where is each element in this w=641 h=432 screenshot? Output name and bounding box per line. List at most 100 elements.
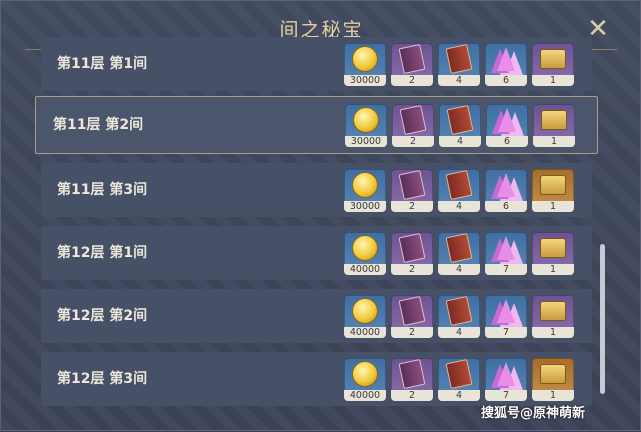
red-book-icon-frame [439,104,481,136]
item-count: 30000 [344,201,386,212]
gold-coin-icon [352,361,378,387]
item-count: 4 [438,75,480,86]
red-book-icon-frame [438,232,480,264]
reward-item[interactable]: 40000 [344,232,386,275]
reward-item[interactable]: 30000 [344,169,386,212]
chest-icon-frame [532,295,574,327]
reward-item[interactable]: 2 [391,43,433,86]
reward-item[interactable]: 4 [438,232,480,275]
chest-icon [540,364,566,384]
reward-item[interactable]: 6 [485,169,527,212]
chest-icon-frame [532,358,574,390]
reward-item[interactable]: 40000 [344,358,386,401]
item-count: 4 [438,390,480,401]
item-count: 40000 [344,327,386,338]
list-item[interactable]: 第12层 第2间 40000 2 4 7 1 [41,289,592,343]
reward-item[interactable]: 4 [438,43,480,86]
reward-item[interactable]: 4 [438,358,480,401]
reward-item[interactable]: 2 [392,104,434,147]
room-label: 第11层 第1间 [57,56,148,72]
purple-book-icon [398,232,426,264]
watermark: 搜狐号@原神萌新 [481,406,586,421]
room-label: 第12层 第1间 [57,245,148,261]
reward-items: 40000 2 4 7 1 [344,358,574,401]
red-book-icon-frame [438,295,480,327]
room-label: 第12层 第2间 [57,308,148,324]
purple-book-icon [398,295,426,327]
reward-item[interactable]: 1 [532,43,574,86]
reward-item[interactable]: 4 [438,169,480,212]
reward-item[interactable]: 1 [532,358,574,401]
red-book-icon [445,358,473,390]
purple-book-icon-frame [391,232,433,264]
crystal-icon [497,236,515,260]
item-count: 7 [485,264,527,275]
item-count: 2 [391,390,433,401]
room-label: 第11层 第2间 [53,117,144,133]
reward-item[interactable]: 1 [532,232,574,275]
item-count: 30000 [344,75,386,86]
red-book-icon [446,104,474,136]
reward-item[interactable]: 7 [485,232,527,275]
reward-item[interactable]: 4 [438,295,480,338]
reward-item[interactable]: 30000 [345,104,387,147]
list-item[interactable]: 第11层 第1间 30000 2 4 6 1 [41,37,592,91]
chest-icon [540,238,566,258]
item-count: 2 [391,201,433,212]
gold-coin-icon-frame [344,295,386,327]
purple-book-icon [398,43,426,75]
reward-item[interactable]: 1 [533,104,575,147]
reward-items: 30000 2 4 6 1 [344,169,574,212]
reward-item[interactable]: 2 [391,358,433,401]
crystal-icon-frame [485,43,527,75]
scrollbar-thumb[interactable] [600,244,605,394]
reward-items: 30000 2 4 6 1 [345,104,575,147]
crystal-icon [497,173,515,197]
item-count: 30000 [345,136,387,147]
room-label: 第12层 第3间 [57,371,148,387]
reward-items: 40000 2 4 7 1 [344,295,574,338]
reward-item[interactable]: 6 [485,43,527,86]
gold-coin-icon [352,298,378,324]
reward-list: 第11层 第1间 30000 2 4 6 1 第11层 第2间 30000 2 4 6 1 第11层 第… [1,1,641,432]
list-item[interactable]: 第12层 第1间 40000 2 4 7 1 [41,226,592,280]
reward-item[interactable]: 7 [485,358,527,401]
list-item[interactable]: 第11层 第2间 30000 2 4 6 1 [35,96,598,154]
reward-item[interactable]: 6 [486,104,528,147]
purple-book-icon-frame [391,169,433,201]
reward-item[interactable]: 4 [439,104,481,147]
reward-item[interactable]: 7 [485,295,527,338]
item-count: 6 [485,75,527,86]
item-count: 2 [391,75,433,86]
list-item[interactable]: 第11层 第3间 30000 2 4 6 1 [41,163,592,217]
reward-item[interactable]: 40000 [344,295,386,338]
item-count: 4 [439,136,481,147]
room-label: 第11层 第3间 [57,182,148,198]
crystal-icon [497,362,515,386]
item-count: 1 [533,136,575,147]
reward-item[interactable]: 1 [532,169,574,212]
crystal-icon-frame [485,358,527,390]
reward-items: 40000 2 4 7 1 [344,232,574,275]
list-item[interactable]: 第12层 第3间 40000 2 4 7 1 [41,352,592,406]
gold-coin-icon-frame [345,104,387,136]
crystal-icon [497,299,515,323]
reward-item[interactable]: 2 [391,232,433,275]
item-count: 1 [532,264,574,275]
gold-coin-icon-frame [344,232,386,264]
red-book-icon-frame [438,358,480,390]
item-count: 1 [532,390,574,401]
reward-item[interactable]: 30000 [344,43,386,86]
item-count: 2 [392,136,434,147]
reward-items: 30000 2 4 6 1 [344,43,574,86]
reward-item[interactable]: 1 [532,295,574,338]
reward-item[interactable]: 2 [391,295,433,338]
reward-panel: 间之秘宝 ✕ 第11层 第1间 30000 2 4 6 1 第11层 第2间 30000 2 4 6… [0,0,641,431]
red-book-icon [445,43,473,75]
item-count: 40000 [344,264,386,275]
red-book-icon [445,169,473,201]
crystal-icon-frame [486,104,528,136]
crystal-icon-frame [485,295,527,327]
purple-book-icon [398,169,426,201]
reward-item[interactable]: 2 [391,169,433,212]
